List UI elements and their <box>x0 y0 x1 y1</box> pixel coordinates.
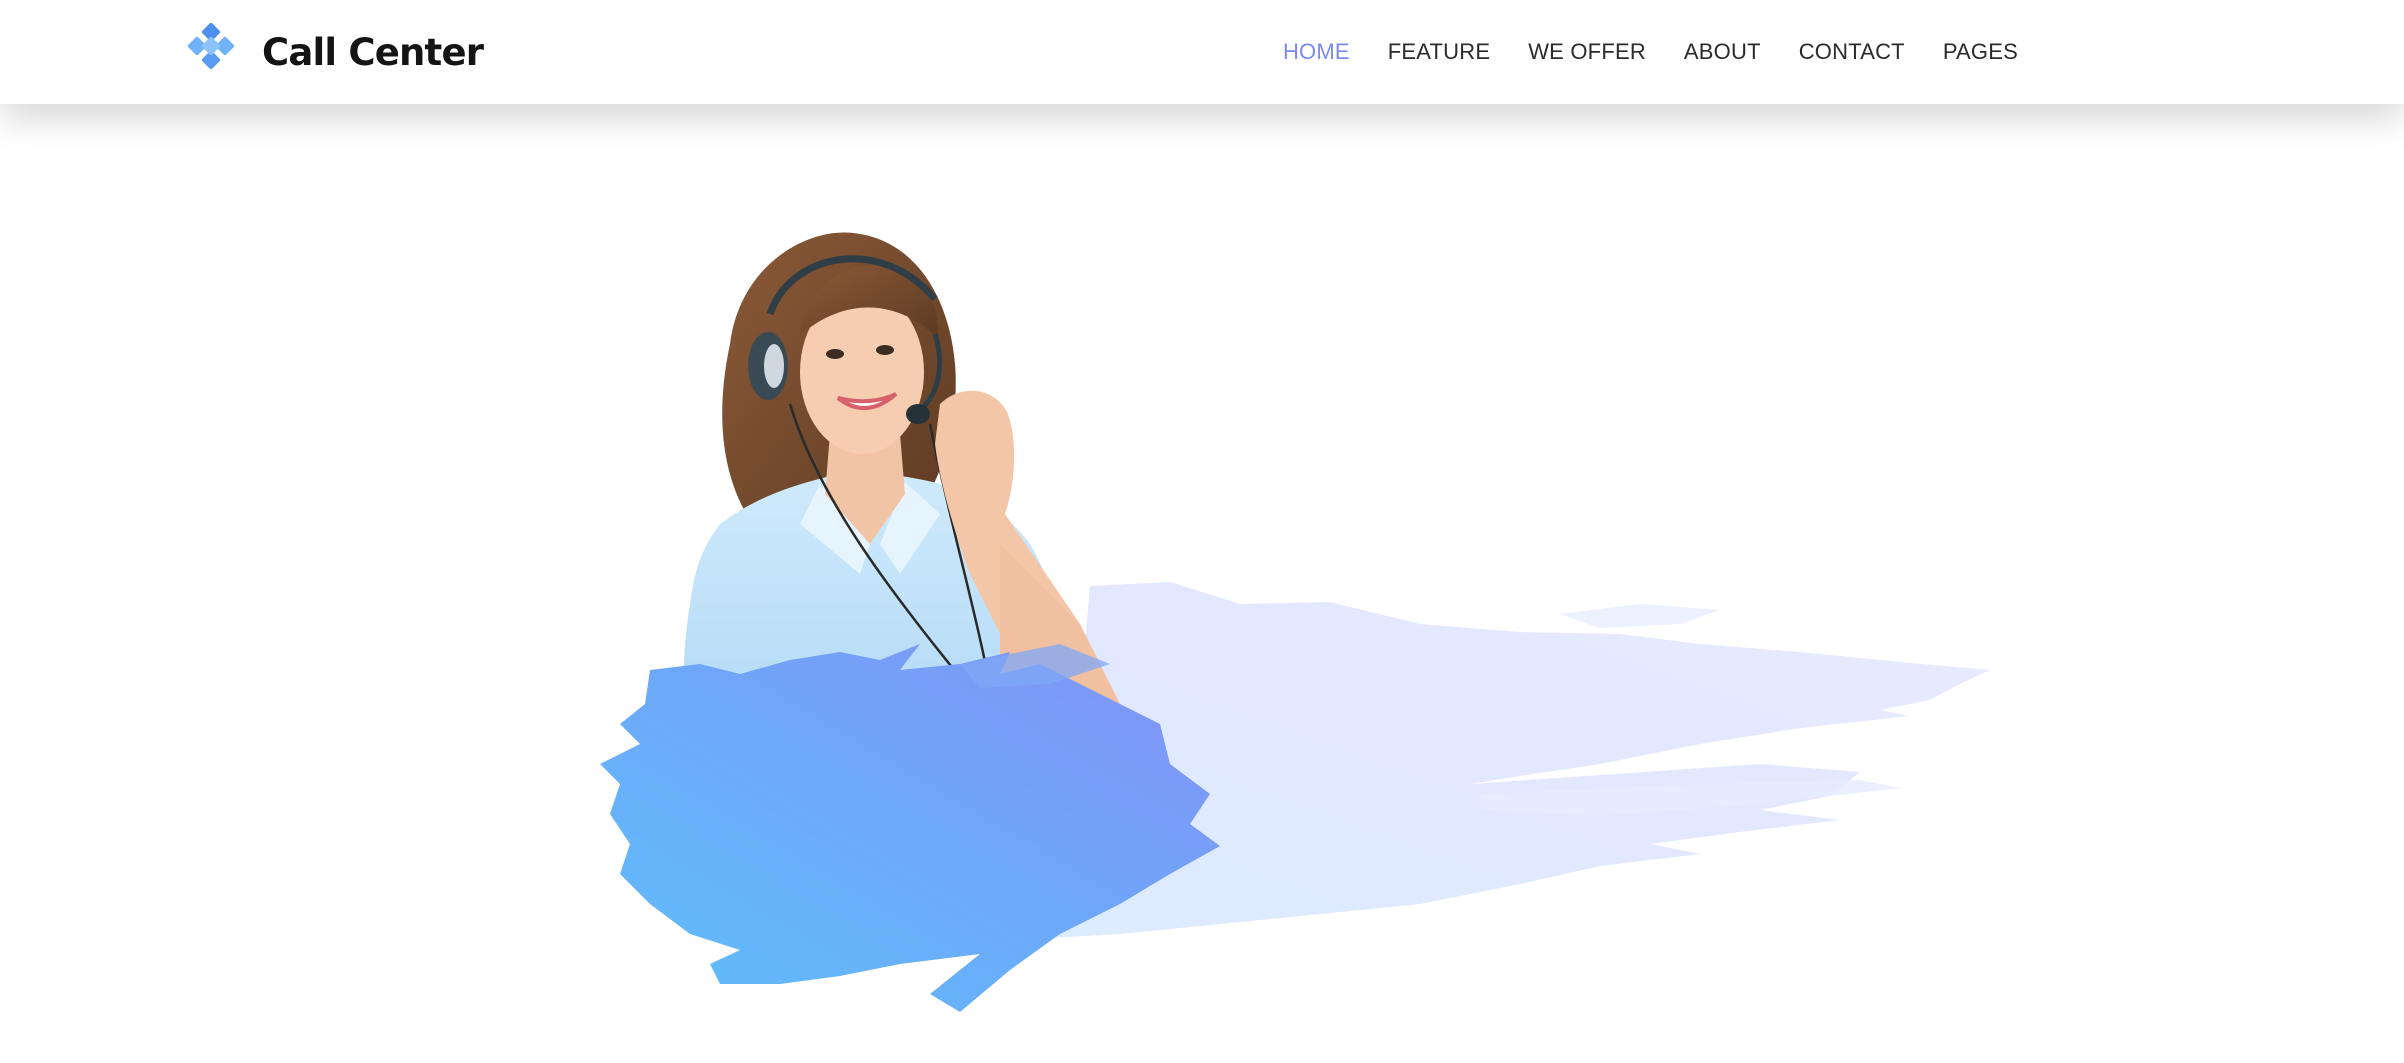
nav-item-we-offer[interactable]: WE OFFER <box>1528 39 1646 65</box>
diamond-cluster-icon <box>182 22 240 81</box>
headset-earcushion-left <box>764 344 784 388</box>
nav-item-pages[interactable]: PAGES <box>1943 39 2018 65</box>
brand-logo[interactable]: Call Center <box>182 22 484 82</box>
hero-illustration <box>600 232 1990 1012</box>
agent-eye-left <box>826 349 844 359</box>
main-nav: HOME FEATURE WE OFFER ABOUT CONTACT PAGE… <box>1245 0 2018 104</box>
site-header: Call Center HOME FEATURE WE OFFER ABOUT … <box>0 0 2404 104</box>
nav-item-home[interactable]: HOME <box>1283 39 1350 65</box>
pale-brush-streak <box>1560 604 1720 628</box>
agent-eye-right <box>876 345 894 355</box>
nav-item-about[interactable]: ABOUT <box>1684 39 1761 65</box>
hero-section <box>0 104 2404 1063</box>
headset-mic <box>906 404 930 424</box>
brand-name: Call Center <box>262 30 484 74</box>
nav-item-contact[interactable]: CONTACT <box>1799 39 1905 65</box>
nav-item-feature[interactable]: FEATURE <box>1388 39 1490 65</box>
